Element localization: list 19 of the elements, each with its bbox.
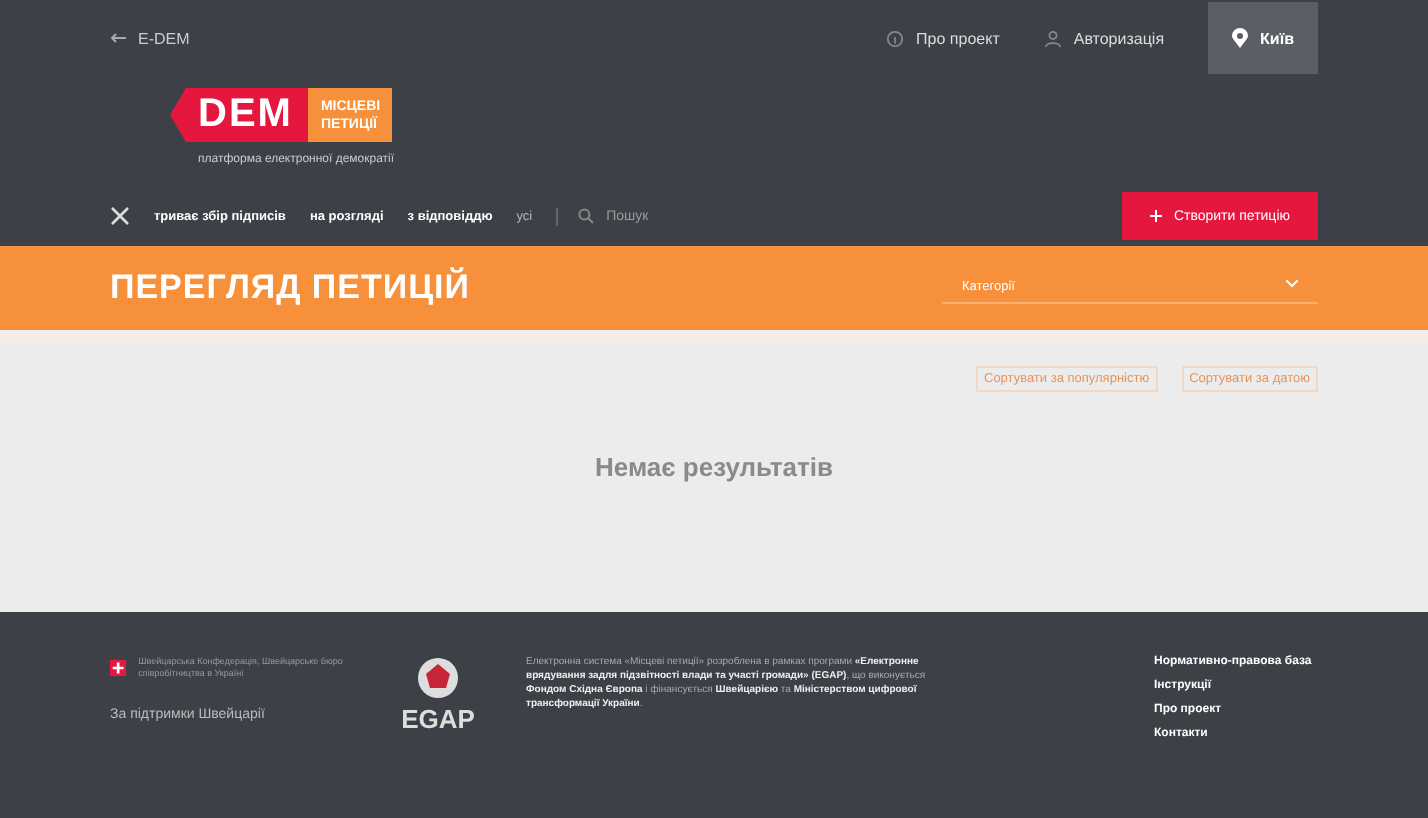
chevron-down-icon xyxy=(1286,280,1298,288)
location-pin-icon xyxy=(1232,28,1249,48)
arrow-left-icon xyxy=(110,32,126,44)
close-icon[interactable] xyxy=(110,206,130,226)
swiss-flag-icon xyxy=(110,656,127,680)
back-link[interactable]: E-DEM xyxy=(110,29,190,47)
top-link[interactable]: Про проект xyxy=(886,29,1000,47)
page-title: ПЕРЕГЛЯД ПЕТИЦІЙ xyxy=(110,268,470,308)
top-link[interactable]: Авторизація xyxy=(1043,29,1165,47)
info-icon xyxy=(886,29,905,47)
empty-message: Немає результатів xyxy=(593,452,835,482)
search-icon xyxy=(578,208,595,224)
city-button[interactable]: Київ xyxy=(1208,2,1318,74)
back-link-label[interactable]: E-DEM xyxy=(138,29,190,47)
egap-logo-text: EGAP xyxy=(401,704,475,734)
egap-emblem-icon xyxy=(416,656,460,700)
user-icon xyxy=(1043,29,1062,47)
logo-mark: DEM xyxy=(170,88,309,142)
plus-icon xyxy=(1149,210,1162,222)
